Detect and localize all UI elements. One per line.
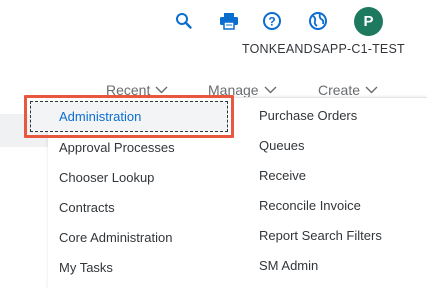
search-icon[interactable] [170,7,198,35]
menu-item-purchase-orders[interactable]: Purchase Orders [259,108,357,123]
help-icon[interactable]: ? [258,7,286,35]
menu-item-approval-processes[interactable]: Approval Processes [59,140,175,155]
menu-item-reconcile-invoice[interactable]: Reconcile Invoice [259,198,361,213]
menu-item-queues[interactable]: Queues [259,138,305,153]
avatar-initial: P [363,13,374,30]
menu-item-my-tasks[interactable]: My Tasks [59,260,113,275]
user-avatar[interactable]: P [354,7,383,36]
chevron-down-icon [365,86,378,94]
menu-item-report-search-filters[interactable]: Report Search Filters [259,228,382,243]
chevron-down-icon [264,86,277,94]
system-name: TONKEANDSAPP-C1-TEST [242,42,405,56]
menu-item-receive[interactable]: Receive [259,168,306,183]
menu-item-core-administration[interactable]: Core Administration [59,230,172,245]
svg-text:?: ? [268,15,275,29]
chevron-down-icon [155,86,168,94]
globe-icon[interactable] [304,7,332,35]
menu-item-administration[interactable]: Administration [59,109,141,124]
menu-item-contracts[interactable]: Contracts [59,200,115,215]
print-icon[interactable] [215,7,243,35]
menu-item-sm-admin[interactable]: SM Admin [259,258,318,273]
menu-item-chooser-lookup[interactable]: Chooser Lookup [59,170,154,185]
nav-create[interactable]: Create [318,82,378,98]
nav-create-label: Create [318,82,361,98]
